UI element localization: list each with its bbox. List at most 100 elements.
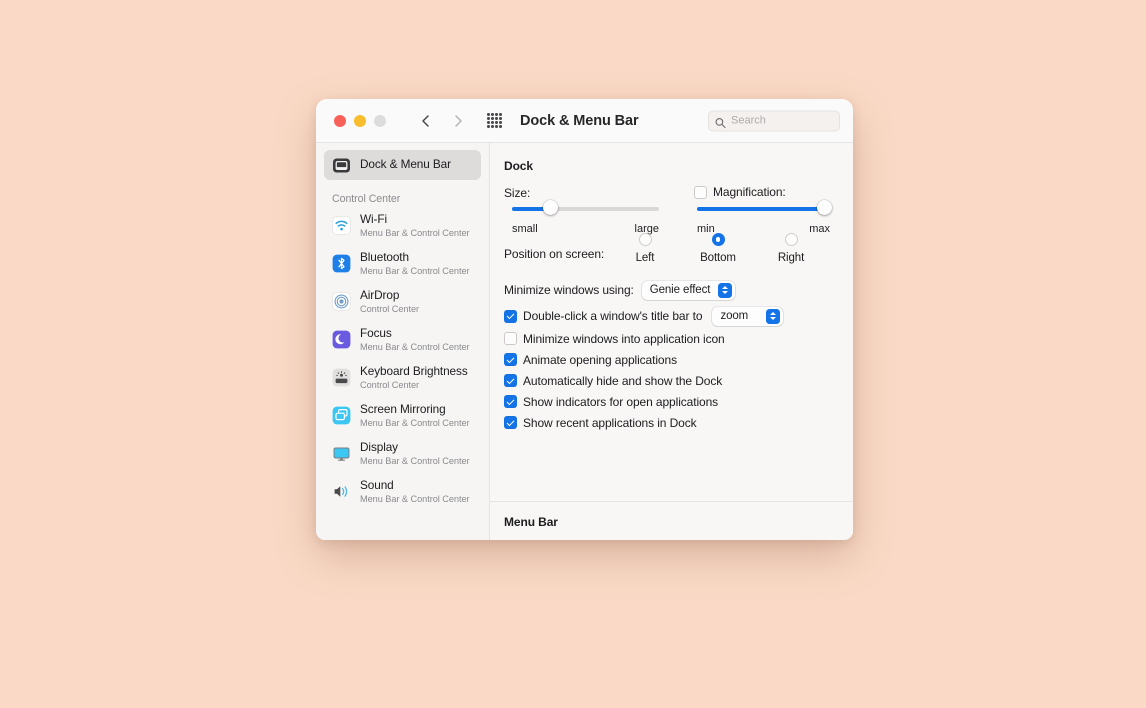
dock-option-label: Automatically hide and show the Dock — [523, 374, 722, 388]
dock-option-row: Show indicators for open applications — [504, 391, 839, 412]
dock-option-row: Automatically hide and show the Dock — [504, 370, 839, 391]
minimize-effect-popup-button[interactable]: Genie effect — [642, 281, 736, 300]
sidebar-item-wifi[interactable]: Wi-Fi Menu Bar & Control Center — [324, 209, 481, 242]
dock-section: Dock Size: small large Magnificat — [490, 143, 853, 433]
sidebar-item-label: Screen Mirroring — [360, 403, 470, 417]
sidebar-item-keyboard-brightness[interactable]: Keyboard Brightness Control Center — [324, 361, 481, 394]
sidebar-item-sound[interactable]: Sound Menu Bar & Control Center — [324, 475, 481, 508]
magnification-slider-thumb[interactable] — [817, 200, 832, 215]
minimize-effect-value: Genie effect — [650, 284, 711, 296]
dock-option-row: Minimize windows into application icon — [504, 328, 839, 349]
menu-bar-section: Menu Bar Automatically hide and show the… — [490, 515, 853, 540]
forward-chevron-icon[interactable] — [451, 114, 465, 128]
sidebar-item-sublabel: Control Center — [360, 380, 468, 391]
sidebar-item-label: Sound — [360, 479, 470, 493]
sidebar-item-texts: Sound Menu Bar & Control Center — [360, 479, 470, 505]
radio-right-icon[interactable] — [785, 233, 798, 246]
animate-opening-applications-checkbox[interactable] — [504, 353, 517, 366]
double-click-title-bar-row: Double-click a window's title bar to zoo… — [504, 304, 839, 328]
size-label: Size: — [504, 186, 530, 200]
sidebar-item-bluetooth[interactable]: Bluetooth Menu Bar & Control Center — [324, 247, 481, 280]
position-on-screen-row: Position on screen: Left Bottom Right — [504, 233, 839, 275]
sidebar-item-texts: AirDrop Control Center — [360, 289, 419, 315]
sidebar-item-focus[interactable]: Focus Menu Bar & Control Center — [324, 323, 481, 356]
dock-option-row: Show recent applications in Dock — [504, 412, 839, 433]
sidebar-item-label: Display — [360, 441, 470, 455]
sidebar: Dock & Menu Bar Control Center — [316, 143, 490, 540]
dock-option-label: Show recent applications in Dock — [523, 416, 697, 430]
sidebar-item-sublabel: Menu Bar & Control Center — [360, 266, 470, 277]
sidebar-item-texts: Wi-Fi Menu Bar & Control Center — [360, 213, 470, 239]
show-all-grid-icon[interactable] — [487, 113, 502, 128]
position-label: Position on screen: — [504, 247, 604, 261]
position-option-bottom[interactable]: Bottom — [695, 233, 741, 264]
position-option-left[interactable]: Left — [622, 233, 668, 264]
double-click-action-value: zoom — [720, 310, 758, 322]
sidebar-item-label: Keyboard Brightness — [360, 365, 468, 379]
minimize-windows-using-row: Minimize windows using: Genie effect — [504, 279, 839, 301]
search-icon — [715, 115, 726, 126]
dock-options-list: Double-click a window's title bar to zoo… — [504, 304, 839, 433]
sidebar-item-texts: Focus Menu Bar & Control Center — [360, 327, 470, 353]
sidebar-list: Wi-Fi Menu Bar & Control Center Bluetoot… — [324, 209, 481, 508]
dock-size-slider-thumb[interactable] — [543, 200, 558, 215]
window-titlebar: Dock & Menu Bar — [316, 99, 853, 143]
sidebar-item-texts: Screen Mirroring Menu Bar & Control Cent… — [360, 403, 470, 429]
sidebar-item-dock-menu-bar[interactable]: Dock & Menu Bar — [324, 150, 481, 180]
show-indicators-checkbox[interactable] — [504, 395, 517, 408]
search-field[interactable] — [708, 110, 840, 131]
double-click-checkbox[interactable] — [504, 310, 517, 323]
magnification-label: Magnification: — [713, 185, 786, 199]
sidebar-item-sublabel: Control Center — [360, 304, 419, 315]
sidebar-item-screen-mirroring[interactable]: Screen Mirroring Menu Bar & Control Cent… — [324, 399, 481, 432]
chevron-updown-icon — [718, 283, 732, 298]
sidebar-item-texts: Display Menu Bar & Control Center — [360, 441, 470, 467]
navigation-buttons — [419, 114, 465, 128]
sidebar-item-texts: Keyboard Brightness Control Center — [360, 365, 468, 391]
dock-option-label: Show indicators for open applications — [523, 395, 718, 409]
magnification-slider-track[interactable] — [697, 207, 830, 211]
keyboard-brightness-icon — [332, 368, 351, 387]
sidebar-item-sublabel: Menu Bar & Control Center — [360, 228, 470, 239]
content-pane: Dock Size: small large Magnificat — [490, 143, 853, 540]
back-chevron-icon[interactable] — [419, 114, 433, 128]
zoom-button-icon[interactable] — [374, 115, 386, 127]
minimize-into-app-icon-checkbox[interactable] — [504, 332, 517, 345]
minimize-button-icon[interactable] — [354, 115, 366, 127]
radio-left-icon[interactable] — [639, 233, 652, 246]
sidebar-item-sublabel: Menu Bar & Control Center — [360, 418, 470, 429]
system-preferences-window: Dock & Menu Bar Dock & Menu Bar — [316, 99, 853, 540]
minimize-using-label: Minimize windows using: — [504, 283, 634, 297]
menu-bar-options-list: Automatically hide and show the menu bar… — [504, 537, 839, 540]
screen-mirroring-icon — [332, 406, 351, 425]
sidebar-item-label: Bluetooth — [360, 251, 470, 265]
dock-size-slider-track[interactable] — [512, 207, 659, 211]
sidebar-item-texts: Dock & Menu Bar — [360, 158, 451, 172]
dock-option-label: Minimize windows into application icon — [523, 332, 725, 346]
magnification-slider-fill — [697, 207, 825, 211]
sound-icon — [332, 482, 351, 501]
window-body: Dock & Menu Bar Control Center — [316, 143, 853, 540]
close-button-icon[interactable] — [334, 115, 346, 127]
sidebar-item-display[interactable]: Display Menu Bar & Control Center — [324, 437, 481, 470]
magnification-toggle[interactable]: Magnification: — [694, 185, 786, 199]
sidebar-item-texts: Bluetooth Menu Bar & Control Center — [360, 251, 470, 277]
sidebar-item-label: Dock & Menu Bar — [360, 158, 451, 172]
radio-bottom-label: Bottom — [700, 252, 736, 264]
position-option-right[interactable]: Right — [768, 233, 814, 264]
display-icon — [332, 444, 351, 463]
auto-hide-dock-checkbox[interactable] — [504, 374, 517, 387]
double-click-label: Double-click a window's title bar to — [523, 309, 702, 323]
radio-bottom-icon[interactable] — [712, 233, 725, 246]
search-input[interactable] — [731, 115, 833, 127]
magnification-checkbox[interactable] — [694, 186, 707, 199]
sidebar-item-sublabel: Menu Bar & Control Center — [360, 342, 470, 353]
sidebar-item-airdrop[interactable]: AirDrop Control Center — [324, 285, 481, 318]
sidebar-item-label: AirDrop — [360, 289, 419, 303]
dock-menu-bar-icon — [332, 156, 351, 175]
dock-option-row: Animate opening applications — [504, 349, 839, 370]
chevron-updown-icon — [766, 309, 780, 324]
sidebar-item-label: Wi-Fi — [360, 213, 470, 227]
double-click-action-popup-button[interactable]: zoom — [712, 307, 783, 326]
show-recent-applications-checkbox[interactable] — [504, 416, 517, 429]
